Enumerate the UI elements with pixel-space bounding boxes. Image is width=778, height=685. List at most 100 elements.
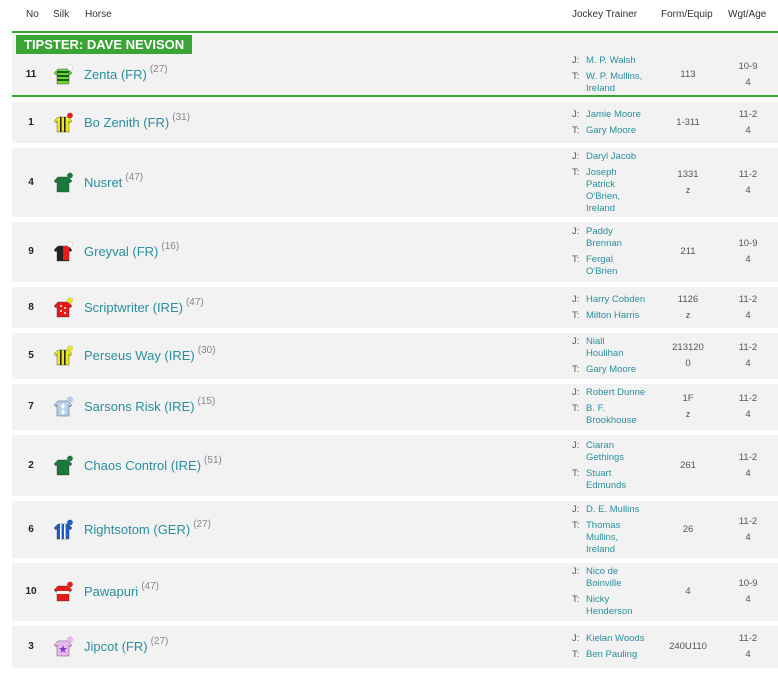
runner-number: 1 (28, 116, 34, 128)
trainer-link[interactable]: W. P. Mullins, (586, 71, 667, 83)
trainer-link[interactable]: Henderson (586, 606, 667, 618)
jockey-link[interactable]: Robert Dunne (586, 387, 667, 399)
jockey-link[interactable]: Daryl Jacob (586, 151, 667, 163)
jockey-link[interactable]: M. P. Walsh (586, 55, 667, 67)
runner-row[interactable]: 5 Perseus Way (IRE) (30) J: Niall Houlihan T:… (12, 333, 778, 379)
age-value: 4 (745, 309, 751, 321)
horse-name-link[interactable]: Chaos Control (IRE) (84, 458, 201, 473)
jockey-trainer-cell: J: D. E. Mullins T: Thomas Mullins, Ireland (572, 504, 667, 556)
form-equip: 26 (662, 522, 714, 538)
runner-row[interactable]: 10 Pawapuri (47) J: Nico de Boinville T: Nicky… (12, 563, 778, 621)
trainer-link[interactable]: Nicky (586, 594, 667, 606)
trainer-link[interactable]: Milton Harris (586, 310, 667, 322)
jockey-link[interactable]: D. E. Mullins (586, 504, 667, 516)
trainer-prefix (572, 532, 586, 544)
runner-number: 3 (28, 641, 34, 652)
jockey-link[interactable]: Houlihan (586, 348, 667, 360)
runner-row[interactable]: 1 Bo Zenith (FR) (31) J: Jamie Moore T: Gary … (12, 102, 778, 143)
jockey-link[interactable]: Nico de (586, 566, 667, 578)
horse-cell: Jipcot (FR) (27) (84, 636, 168, 654)
horse-name-link[interactable]: Scriptwriter (IRE) (84, 300, 183, 315)
form-value: 4 (685, 586, 691, 597)
weight-age: 11-2 4 (728, 514, 768, 546)
jockey-trainer-cell: J: Harry Cobden T: Milton Harris (572, 294, 667, 322)
silk-icon (52, 519, 74, 541)
trainer-link[interactable]: Gary Moore (586, 364, 667, 376)
jockey-trainer-cell: J: Niall Houlihan T: Gary Moore (572, 336, 667, 376)
jockey-link[interactable]: Harry Cobden (586, 294, 667, 306)
weight-age: 10-9 4 (728, 59, 768, 91)
silk-icon (52, 112, 74, 134)
trainer-link[interactable]: Edmunds (586, 480, 667, 492)
jockey-trainer-cell: J: Robert Dunne T: B. F. Brookhouse (572, 387, 667, 427)
runner-row[interactable]: 3 Jipcot (FR) (27) J: Kielan Woods T: Ben Pau… (12, 626, 778, 668)
silk-icon (52, 297, 74, 319)
horse-name-link[interactable]: Bo Zenith (FR) (84, 115, 169, 130)
days-since-run: (27) (193, 518, 211, 530)
trainer-link[interactable]: O'Brien, (586, 191, 667, 203)
trainer-prefix (572, 203, 586, 215)
jockey-trainer-cell: J: Kielan Woods T: Ben Pauling (572, 633, 667, 661)
trainer-prefix (572, 266, 586, 278)
trainer-link[interactable]: Stuart (586, 468, 667, 480)
trainer-link[interactable]: O'Brien (586, 266, 667, 278)
runner-row[interactable]: 8 Scriptwriter (IRE) (47) J: Harry Cobden T:… (12, 287, 778, 328)
jockey-prefix: J: (572, 566, 580, 577)
trainer-link[interactable]: Ireland (586, 83, 667, 95)
days-since-run: (27) (149, 64, 168, 75)
jockey-link[interactable]: Paddy (586, 226, 667, 238)
runner-row[interactable]: 4 Nusret (47) J: Daryl Jacob T: Joseph Patrick… (12, 148, 778, 217)
horse-name-link[interactable]: Sarsons Risk (IRE) (84, 399, 195, 414)
jockey-trainer-cell: J: Jamie Moore T: Gary Moore (572, 109, 667, 137)
horse-name-link[interactable]: Perseus Way (IRE) (84, 348, 195, 363)
jockey-link[interactable]: Ciaran (586, 440, 667, 452)
jockey-link[interactable]: Gethings (586, 452, 667, 464)
days-since-run: (31) (172, 111, 191, 123)
horse-name-link[interactable]: Pawapuri (84, 584, 138, 599)
trainer-prefix: T: (572, 594, 580, 605)
col-no-header: No (26, 9, 39, 20)
jockey-link[interactable]: Jamie Moore (586, 109, 667, 121)
age-value: 4 (745, 124, 751, 136)
runner-row[interactable]: 2 Chaos Control (IRE) (51) J: Ciaran Gething… (12, 435, 778, 496)
runner-row[interactable]: 9 Greyval (FR) (16) J: Paddy Brennan T: Fergal… (12, 222, 778, 282)
jockey-link[interactable]: Brennan (586, 238, 667, 250)
jockey-link[interactable]: Boinville (586, 578, 667, 590)
trainer-link[interactable]: Ireland (586, 544, 667, 556)
runner-number: 8 (28, 301, 34, 313)
trainer-link[interactable]: Joseph (586, 167, 667, 179)
runner-row[interactable]: TIPSTER: DAVE NEVISON 11 Zenta (FR) (27) J:… (12, 31, 778, 97)
jockey-prefix: J: (572, 150, 580, 162)
runner-number: 4 (28, 176, 34, 188)
runner-number: 6 (28, 523, 34, 535)
runner-number: 5 (28, 350, 34, 361)
trainer-link[interactable]: Brookhouse (586, 415, 667, 427)
horse-cell: Chaos Control (IRE) (51) (84, 455, 222, 473)
trainer-link[interactable]: Gary Moore (586, 125, 667, 137)
trainer-prefix (572, 415, 586, 427)
tipster-label: TIPSTER: DAVE NEVISON (16, 35, 193, 54)
trainer-link[interactable]: Ireland (586, 203, 667, 215)
horse-name-link[interactable]: Rightsotom (GER) (84, 522, 190, 537)
runner-row[interactable]: 6 Rightsotom (GER) (27) J: D. E. Mullins T: T… (12, 501, 778, 558)
trainer-link[interactable]: Mullins, (586, 532, 667, 544)
days-since-run: (47) (125, 171, 144, 183)
jockey-link[interactable]: Niall (586, 336, 667, 348)
col-form-header: Form/Equip (661, 9, 713, 20)
horse-name-link[interactable]: Nusret (84, 175, 122, 190)
weight-age: 11-2 4 (728, 450, 768, 482)
jockey-link[interactable]: Kielan Woods (586, 633, 667, 645)
trainer-link[interactable]: Thomas (586, 520, 667, 532)
trainer-link[interactable]: Ben Pauling (586, 649, 667, 661)
weight-age: 11-2 4 (728, 107, 768, 139)
trainer-prefix (572, 606, 586, 618)
runner-row[interactable]: 7 Sarsons Risk (IRE) (15) J: Robert Dunne T:… (12, 384, 778, 430)
jockey-prefix: J: (572, 387, 580, 398)
trainer-link[interactable]: Fergal (586, 254, 667, 266)
horse-name-link[interactable]: Jipcot (FR) (84, 639, 148, 654)
horse-name-link[interactable]: Greyval (FR) (84, 244, 158, 259)
days-since-run: (47) (141, 581, 159, 592)
trainer-link[interactable]: B. F. (586, 403, 667, 415)
horse-name-link[interactable]: Zenta (FR) (84, 67, 147, 82)
trainer-link[interactable]: Patrick (586, 179, 667, 191)
